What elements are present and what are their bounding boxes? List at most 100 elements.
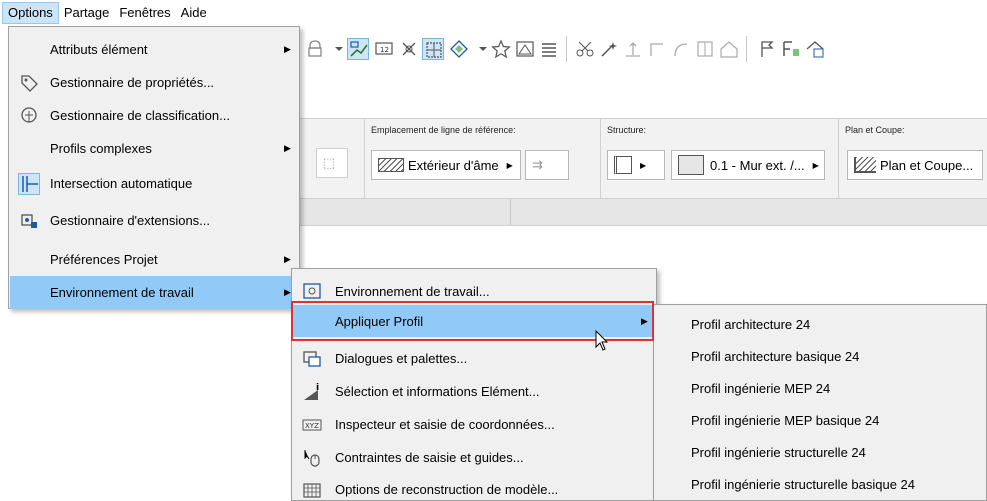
menu-item-profil-architecture-basique[interactable]: Profil architecture basique 24 (655, 340, 985, 373)
classification-icon (18, 105, 40, 127)
menu-item-label: Options de reconstruction de modèle... (335, 482, 559, 497)
structure-value: 0.1 - Mur ext. /... (710, 157, 805, 173)
options-menu: Attributs élément ▶ Gestionnaire de prop… (8, 26, 300, 309)
ruler-icon[interactable]: 12 (373, 38, 395, 60)
magic-wand-icon[interactable] (598, 38, 620, 60)
svg-text:12: 12 (380, 46, 389, 54)
chevron-right-icon: ▶ (640, 160, 647, 170)
chevron-right-icon: ▶ (284, 254, 291, 264)
flip-button[interactable]: ⇉ (525, 150, 569, 180)
svg-text:XYZ: XYZ (305, 422, 319, 430)
ref-line-value: Extérieur d'âme (408, 157, 499, 173)
intersection-icon (18, 172, 40, 195)
group-icon[interactable] (304, 38, 326, 60)
menu-item-preferences-projet[interactable]: Préférences Projet ▶ (10, 243, 298, 276)
structure-label: Structure: (607, 125, 647, 135)
plan-button[interactable]: Plan et Coupe... (847, 150, 983, 180)
menu-partage[interactable]: Partage (59, 2, 115, 24)
material-icon (678, 155, 704, 175)
plan-column: Plan et Coupe: Plan et Coupe... (838, 119, 987, 199)
flip-icon: ⇉ (532, 157, 543, 172)
chevron-right-icon: ▶ (812, 160, 819, 170)
mouse-cursor-icon (595, 329, 611, 352)
menu-bar: Options Partage Fenêtres Aide (0, 0, 987, 26)
plan-label: Plan et Coupe: (845, 125, 905, 135)
structure-type-button[interactable]: ▶ (607, 150, 665, 180)
menu-item-label: Environnement de travail... (335, 284, 490, 299)
extensions-icon (18, 210, 40, 232)
menu-item-gestionnaire-classification[interactable]: Gestionnaire de classification... (10, 99, 298, 132)
star-icon[interactable] (490, 38, 512, 60)
menu-item-label: Préférences Projet (50, 252, 158, 267)
info-box-footer (300, 198, 987, 226)
corner-icon[interactable] (646, 38, 668, 60)
properties-icon[interactable] (780, 38, 802, 60)
menu-item-contraintes-saisie[interactable]: Contraintes de saisie et guides... (293, 441, 655, 474)
menu-item-label: Profil architecture basique 24 (691, 349, 860, 364)
menu-item-label: Profil ingénierie structurelle 24 (691, 445, 866, 460)
ref-line-label: Emplacement de ligne de référence: (371, 125, 516, 135)
menu-item-inspecteur-coordonnees[interactable]: XYZ Inspecteur et saisie de coordonnées.… (293, 408, 655, 441)
menu-item-label: Profil ingénierie MEP 24 (691, 381, 831, 396)
plan-section-icon (854, 157, 876, 173)
structure-value-button[interactable]: 0.1 - Mur ext. /... ▶ (671, 150, 825, 180)
menu-item-profil-architecture[interactable]: Profil architecture 24 (655, 308, 985, 341)
roof-icon[interactable] (718, 38, 740, 60)
menu-item-label: Contraintes de saisie et guides... (335, 450, 524, 465)
split-icon[interactable] (694, 38, 716, 60)
menu-aide[interactable]: Aide (176, 2, 212, 24)
menu-item-label: Gestionnaire de classification... (50, 108, 230, 123)
curve-icon[interactable] (670, 38, 692, 60)
menu-item-label: Dialogues et palettes... (335, 351, 468, 366)
rebuild-icon (301, 479, 323, 501)
layer-icon[interactable] (448, 38, 470, 60)
menu-item-label: Gestionnaire d'extensions... (50, 213, 211, 228)
menu-item-gestionnaire-proprietes[interactable]: Gestionnaire de propriétés... (10, 66, 298, 99)
menu-item-label: Intersection automatique (50, 176, 193, 191)
menu-item-label: Profil ingénierie structurelle basique 2… (691, 477, 916, 492)
profile-submenu: Profil architecture 24 Profil architectu… (653, 304, 987, 501)
menu-item-profil-structurelle-basique[interactable]: Profil ingénierie structurelle basique 2… (655, 468, 985, 501)
chevron-right-icon: ▶ (284, 44, 291, 54)
structure-column: Structure: ▶ 0.1 - Mur ext. /... ▶ (600, 119, 836, 199)
menu-item-profil-mep-basique[interactable]: Profil ingénierie MEP basique 24 (655, 404, 985, 437)
elevate-icon[interactable] (622, 38, 644, 60)
snap-icon[interactable] (398, 38, 420, 60)
menu-item-environnement-travail[interactable]: Environnement de travail ▶ (10, 276, 298, 309)
home-settings-icon[interactable] (804, 38, 826, 60)
suspend-groups-icon[interactable] (347, 38, 369, 60)
scissors-icon[interactable] (574, 38, 596, 60)
toolbar-divider (746, 36, 747, 62)
xyz-icon: XYZ (301, 414, 323, 436)
menu-item-attributs-element[interactable]: Attributs élément ▶ (10, 33, 298, 66)
stack-icon[interactable] (538, 38, 560, 60)
menu-item-profils-complexes[interactable]: Profils complexes ▶ (10, 132, 298, 165)
view-icon[interactable] (514, 38, 536, 60)
menu-item-options-reconstruction[interactable]: Options de reconstruction de modèle... (293, 473, 655, 501)
menu-item-profil-mep[interactable]: Profil ingénierie MEP 24 (655, 372, 985, 405)
info-box: Emplacement de ligne de référence: Extér… (300, 118, 987, 199)
wall-structure-icon (614, 156, 632, 174)
wall-preview-icon[interactable]: ⬚ (316, 148, 348, 178)
menu-fenetres[interactable]: Fenêtres (114, 2, 175, 24)
toolbar-divider (566, 36, 567, 62)
ref-line-button[interactable]: Extérieur d'âme ▶ (371, 150, 521, 180)
svg-text:i: i (316, 383, 319, 393)
chevron-right-icon: ▶ (284, 287, 291, 297)
menu-item-intersection-automatique[interactable]: Intersection automatique (10, 167, 298, 200)
cursor-guide-icon (301, 447, 323, 469)
menu-item-label: Profil architecture 24 (691, 317, 811, 332)
menu-item-selection-informations[interactable]: i Sélection et informations Elément... (293, 375, 655, 408)
menu-item-label: Gestionnaire de propriétés... (50, 75, 215, 90)
flag-icon[interactable] (756, 38, 778, 60)
grid-snap-icon[interactable] (422, 38, 444, 60)
selection-info-icon: i (301, 381, 323, 403)
menu-item-label: Sélection et informations Elément... (335, 384, 540, 399)
tag-icon (18, 72, 40, 94)
menu-item-label: Attributs élément (50, 42, 148, 57)
menu-options[interactable]: Options (2, 2, 59, 24)
menu-item-gestionnaire-extensions[interactable]: Gestionnaire d'extensions... (10, 204, 298, 237)
menu-item-profil-structurelle[interactable]: Profil ingénierie structurelle 24 (655, 436, 985, 469)
ref-line-column: Emplacement de ligne de référence: Extér… (364, 119, 594, 199)
menu-item-label: Profil ingénierie MEP basique 24 (691, 413, 880, 428)
